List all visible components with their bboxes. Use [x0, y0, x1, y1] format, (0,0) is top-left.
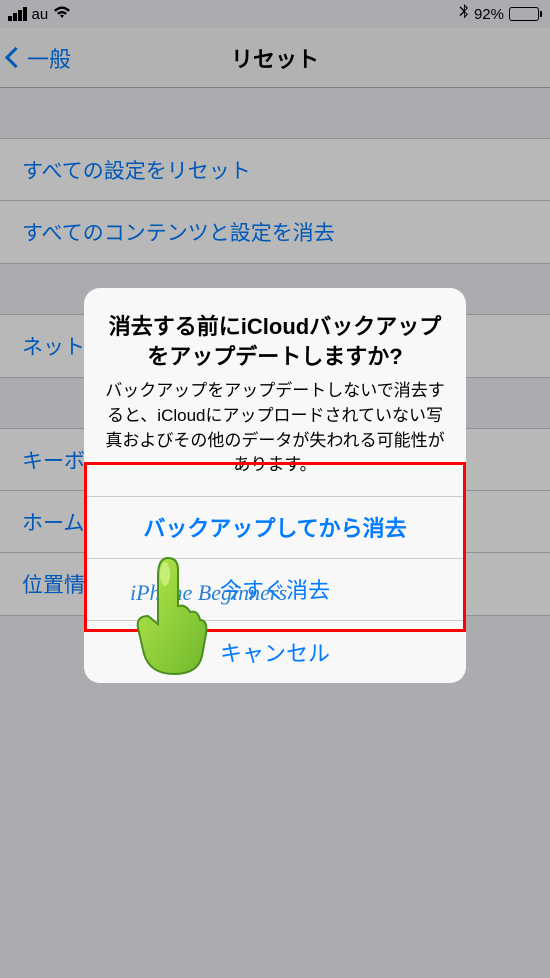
erase-now-button[interactable]: 今すぐ消去	[84, 559, 466, 621]
alert-message: バックアップをアップデートしないで消去すると、iCloudにアップロードされてい…	[104, 379, 446, 478]
alert-content: 消去する前にiCloudバックアップをアップデートしますか? バックアップをアッ…	[84, 288, 466, 496]
cancel-button[interactable]: キャンセル	[84, 621, 466, 683]
backup-then-erase-button[interactable]: バックアップしてから消去	[84, 497, 466, 559]
alert-buttons: バックアップしてから消去 今すぐ消去 キャンセル	[84, 496, 466, 683]
alert-title: 消去する前にiCloudバックアップをアップデートしますか?	[104, 312, 446, 371]
alert-dialog: 消去する前にiCloudバックアップをアップデートしますか? バックアップをアッ…	[84, 288, 466, 683]
